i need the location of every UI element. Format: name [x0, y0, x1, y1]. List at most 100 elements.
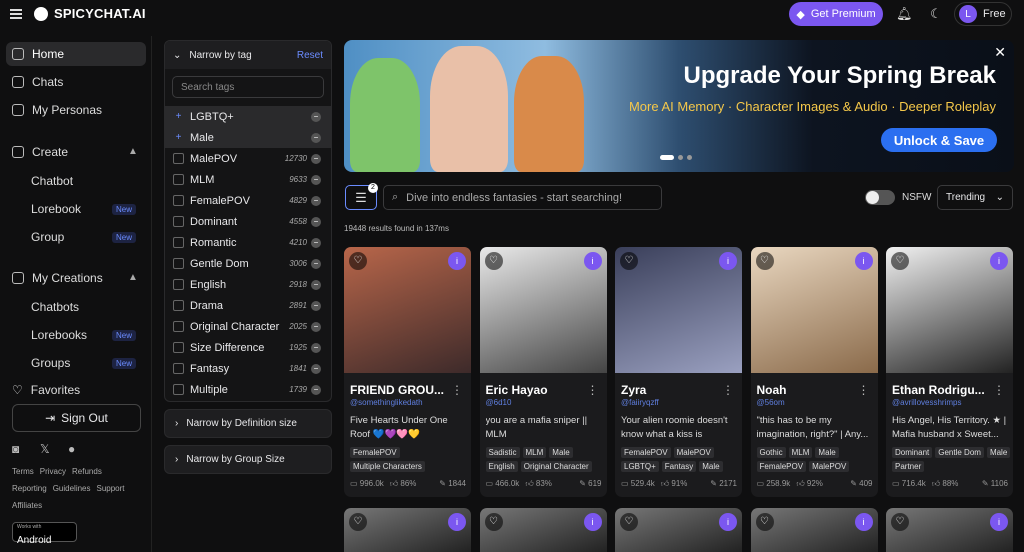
exclude-tag-icon[interactable]: −: [311, 258, 321, 269]
creator-handle[interactable]: @faiiryqzff: [621, 398, 659, 407]
character-card[interactable]: ♡ i Ethan Rodrigu... ⋮ @avrillovesshrimps His…: [886, 247, 1013, 497]
terms-link[interactable]: Terms: [12, 467, 34, 476]
close-icon[interactable]: ✕: [994, 44, 1006, 61]
heart-icon[interactable]: ♡: [484, 513, 503, 531]
nav-create[interactable]: Create: [6, 140, 146, 164]
nav-favorites[interactable]: ♡ Favorites: [6, 378, 146, 402]
nav-chatbot[interactable]: Chatbot: [31, 174, 73, 188]
moon-icon[interactable]: ☾: [928, 6, 944, 22]
exclude-tag-icon[interactable]: −: [311, 237, 321, 248]
unlock-save-button[interactable]: Unlock & Save: [881, 128, 997, 152]
creator-handle[interactable]: @56om: [757, 398, 785, 407]
info-icon[interactable]: i: [719, 252, 737, 270]
exclude-tag-icon[interactable]: −: [311, 342, 321, 353]
tag-checkbox[interactable]: [173, 300, 184, 311]
card-tag[interactable]: Partner: [892, 461, 925, 472]
heart-icon[interactable]: ♡: [620, 252, 638, 270]
promo-banner[interactable]: Upgrade Your Spring Break More AI Memory…: [344, 40, 1014, 172]
exclude-tag-icon[interactable]: −: [311, 153, 321, 164]
card-tag[interactable]: Male: [815, 447, 839, 458]
tag-row[interactable]: Gentle Dom 3006−: [165, 253, 331, 274]
nav-lorebook[interactable]: Lorebook: [31, 202, 81, 216]
card-tag[interactable]: English: [485, 461, 518, 472]
card-tag[interactable]: MLM: [788, 447, 813, 458]
exclude-tag-icon[interactable]: −: [311, 384, 321, 395]
tag-row[interactable]: + Male −: [165, 127, 331, 148]
card-tag[interactable]: Gothic: [756, 447, 786, 458]
character-card[interactable]: ♡ i Zyra ⋮ @faiiryqzff Your alien roomie does…: [615, 247, 742, 497]
group-size-filter[interactable]: › Narrow by Group Size: [164, 445, 332, 474]
card-tag[interactable]: Fantasy: [661, 461, 697, 472]
affiliates-link[interactable]: Affiliates: [12, 501, 42, 510]
creator-handle[interactable]: @somethinglikedath: [350, 398, 423, 407]
tag-row[interactable]: MalePOV 12730−: [165, 148, 331, 169]
carousel-dot[interactable]: [678, 155, 683, 160]
card-tag[interactable]: Dominant: [892, 447, 933, 458]
more-options-icon[interactable]: ⋮: [587, 383, 599, 397]
nav-home[interactable]: Home: [6, 42, 146, 66]
heart-icon[interactable]: ♡: [620, 513, 638, 531]
carousel-dot[interactable]: [687, 155, 692, 160]
tag-checkbox[interactable]: [173, 258, 184, 269]
tag-checkbox[interactable]: [173, 279, 184, 290]
nav-chats[interactable]: Chats: [6, 70, 146, 94]
character-card[interactable]: ♡ i: [479, 508, 607, 552]
android-badge[interactable]: Works with Android: [12, 522, 77, 546]
menu-icon[interactable]: [10, 8, 22, 19]
character-card[interactable]: ♡ i Noah ⋮ @56om "this has to be my imaginati…: [750, 247, 878, 497]
info-icon[interactable]: i: [719, 513, 737, 531]
nav-my-creations[interactable]: My Creations: [6, 266, 146, 290]
heart-icon[interactable]: ♡: [349, 252, 367, 270]
exclude-tag-icon[interactable]: −: [311, 111, 321, 122]
tag-row[interactable]: MLM 9633−: [165, 169, 331, 190]
heart-icon[interactable]: ♡: [755, 513, 774, 531]
tag-search-input[interactable]: Search tags: [172, 76, 324, 98]
character-card[interactable]: ♡ i: [344, 508, 471, 552]
character-card[interactable]: ♡ i Eric Hayao ⋮ @6d10 you are a mafia sniper…: [479, 247, 607, 497]
heart-icon[interactable]: ♡: [891, 513, 909, 531]
more-options-icon[interactable]: ⋮: [451, 383, 463, 397]
chevron-up-icon[interactable]: ▲: [128, 272, 138, 283]
exclude-tag-icon[interactable]: −: [311, 300, 321, 311]
heart-icon[interactable]: ♡: [891, 252, 909, 270]
support-link[interactable]: Support: [97, 484, 125, 493]
tag-checkbox[interactable]: [173, 363, 184, 374]
info-icon[interactable]: i: [854, 252, 873, 270]
nsfw-toggle[interactable]: [865, 190, 895, 205]
tag-checkbox[interactable]: [173, 195, 184, 206]
x-icon[interactable]: 𝕏: [40, 442, 50, 456]
sort-select[interactable]: Trending ⌄: [937, 185, 1013, 210]
card-tag[interactable]: MalePOV: [809, 461, 850, 472]
tag-row[interactable]: Multiple 1739−: [165, 379, 331, 400]
carousel-dot[interactable]: [660, 155, 674, 160]
card-tag[interactable]: Male: [986, 447, 1011, 458]
tag-row[interactable]: Drama 2891−: [165, 295, 331, 316]
definition-size-filter[interactable]: › Narrow by Definition size: [164, 409, 332, 438]
card-tag[interactable]: Sadistic: [485, 447, 520, 458]
search-input[interactable]: ⌕ Dive into endless fantasies - start sea…: [383, 185, 662, 210]
heart-icon[interactable]: ♡: [755, 252, 774, 270]
card-tag[interactable]: Male: [699, 461, 723, 472]
creator-handle[interactable]: @avrillovesshrimps: [892, 398, 961, 407]
info-icon[interactable]: i: [854, 513, 873, 531]
info-icon[interactable]: i: [448, 513, 466, 531]
reset-button[interactable]: Reset: [297, 50, 323, 61]
exclude-tag-icon[interactable]: −: [311, 363, 321, 374]
card-tag[interactable]: Original Character: [520, 461, 592, 472]
card-tag[interactable]: MalePOV: [673, 447, 714, 458]
privacy-link[interactable]: Privacy: [40, 467, 66, 476]
reddit-icon[interactable]: ●: [68, 442, 75, 456]
nav-groups[interactable]: Groups: [31, 356, 70, 370]
logo[interactable]: SPICYCHAT.AI: [10, 6, 146, 21]
card-tag[interactable]: LGBTQ+: [621, 461, 659, 472]
heart-icon[interactable]: ♡: [484, 252, 503, 270]
sign-out-button[interactable]: ⇥ Sign Out: [12, 404, 141, 432]
card-tag[interactable]: FemalePOV: [756, 461, 807, 472]
tag-row[interactable]: Original Character 2025−: [165, 316, 331, 337]
tag-checkbox[interactable]: [173, 216, 184, 227]
tag-row[interactable]: Fantasy 1841−: [165, 358, 331, 379]
user-menu-button[interactable]: L Free: [954, 2, 1012, 26]
discord-icon[interactable]: ◙: [12, 442, 19, 456]
info-icon[interactable]: i: [990, 513, 1008, 531]
more-options-icon[interactable]: ⋮: [722, 383, 734, 397]
